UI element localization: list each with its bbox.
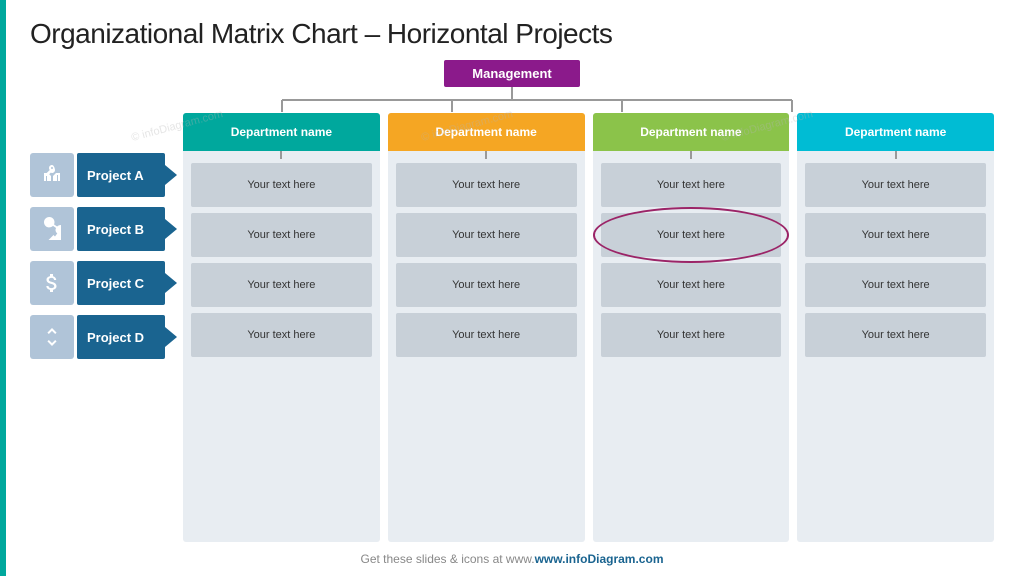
project-d-arrow (165, 327, 177, 347)
chart-area: Management (30, 60, 994, 542)
project-b-arrow (165, 219, 177, 239)
mgmt-down-line (511, 87, 513, 99)
dept2-proj-d-cell: Your text here (396, 313, 577, 357)
project-d-icon (30, 315, 74, 359)
connector-svg (197, 99, 877, 113)
connectors (30, 87, 994, 113)
management-section: Management (30, 60, 994, 113)
page-container: Organizational Matrix Chart – Horizontal… (0, 0, 1024, 576)
management-box: Management (444, 60, 579, 87)
dept-col-1: Department name Your text here Your text… (183, 113, 380, 542)
dept-2-header: Department name (388, 113, 585, 151)
dept-col-2: Department name Your text here Your text… (388, 113, 585, 542)
dept2-proj-b-cell: Your text here (396, 213, 577, 257)
project-a-label: Project A (77, 153, 165, 197)
dept3-proj-b-cell: Your text here (601, 213, 782, 257)
dept-col-3: Department name Your text here Your text… (593, 113, 790, 542)
project-row-a: Project A (30, 151, 177, 199)
project-a-icon (30, 153, 74, 197)
project-b-icon (30, 207, 74, 251)
project-c-arrow (165, 273, 177, 293)
project-a-arrow (165, 165, 177, 185)
dept1-proj-c-cell: Your text here (191, 263, 372, 307)
dept-1-header: Department name (183, 113, 380, 151)
project-d-label: Project D (77, 315, 165, 359)
project-row-b: Project B (30, 205, 177, 253)
dept1-proj-b-cell: Your text here (191, 213, 372, 257)
dept3-proj-c-cell: Your text here (601, 263, 782, 307)
project-labels-column: Project A Project B (30, 151, 177, 542)
project-row-c: Project C (30, 259, 177, 307)
main-grid: Project A Project B (30, 113, 994, 542)
dept3-proj-a-cell: Your text here (601, 163, 782, 207)
dept4-proj-b-cell: Your text here (805, 213, 986, 257)
project-b-label: Project B (77, 207, 165, 251)
project-c-label: Project C (77, 261, 165, 305)
dept-1-body: Your text here Your text here Your text … (183, 159, 380, 542)
dept-1-connector (280, 151, 282, 159)
dept-columns: Department name Your text here Your text… (183, 113, 994, 542)
dept4-proj-d-cell: Your text here (805, 313, 986, 357)
dept-2-body: Your text here Your text here Your text … (388, 159, 585, 542)
dept-col-4: Department name Your text here Your text… (797, 113, 994, 542)
footer-text: Get these slides & icons at www. (361, 552, 535, 566)
page-title: Organizational Matrix Chart – Horizontal… (30, 18, 994, 50)
dept-4-body: Your text here Your text here Your text … (797, 159, 994, 542)
dept-2-connector (485, 151, 487, 159)
dept2-proj-c-cell: Your text here (396, 263, 577, 307)
dept-3-body: Your text here Your text here Your text … (593, 159, 790, 542)
dept3-proj-d-cell: Your text here (601, 313, 782, 357)
dept-4-connector (895, 151, 897, 159)
dept-3-header: Department name (593, 113, 790, 151)
footer-link[interactable]: www.infoDiagram.com (535, 552, 664, 566)
dept4-proj-a-cell: Your text here (805, 163, 986, 207)
dept1-proj-d-cell: Your text here (191, 313, 372, 357)
project-c-icon (30, 261, 74, 305)
dept1-proj-a-cell: Your text here (191, 163, 372, 207)
dept4-proj-c-cell: Your text here (805, 263, 986, 307)
project-row-d: Project D (30, 313, 177, 361)
left-accent-bar (0, 0, 6, 576)
dept-3-connector (690, 151, 692, 159)
footer: Get these slides & icons at www.www.info… (30, 548, 994, 566)
dept-4-header: Department name (797, 113, 994, 151)
dept2-proj-a-cell: Your text here (396, 163, 577, 207)
h-connector (30, 99, 994, 113)
